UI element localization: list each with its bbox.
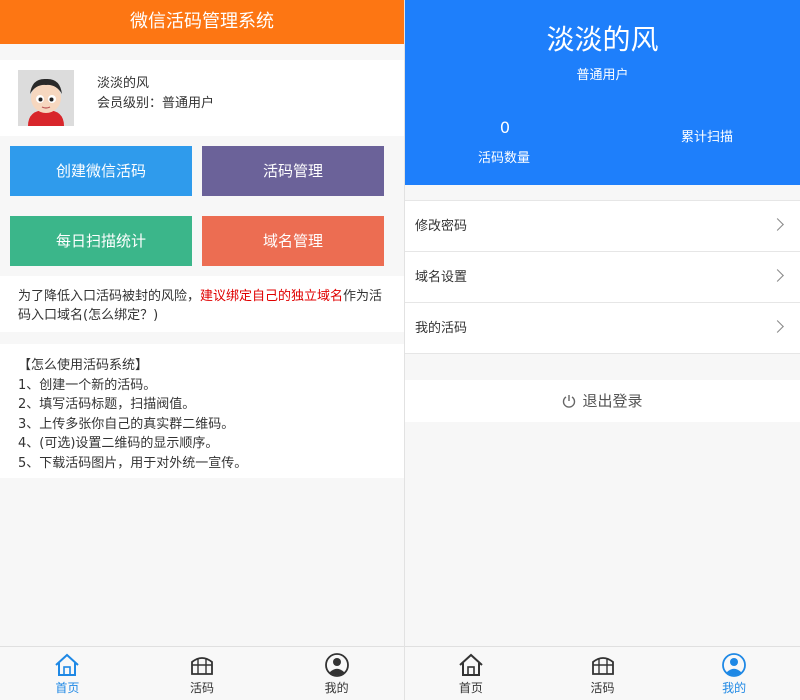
- power-icon: [563, 395, 576, 408]
- create-code-button[interactable]: 创建微信活码: [10, 146, 192, 196]
- daily-stats-button[interactable]: 每日扫描统计: [10, 216, 192, 266]
- domain-tip: 为了降低入口活码被封的风险，建议绑定自己的独立域名作为活码入口域名(怎么绑定？): [0, 276, 404, 332]
- profile-card: 淡淡的风 会员级别：普通用户: [0, 60, 404, 136]
- usage-step: 5、下载活码图片，用于对外统一宣传。: [18, 455, 248, 471]
- tab-home[interactable]: 首页: [405, 647, 537, 700]
- tab-codes-label: 活码: [590, 681, 615, 695]
- tab-mine[interactable]: 我的: [269, 647, 404, 700]
- usage-step: 2、填写活码标题，扫描阀值。: [18, 397, 196, 412]
- tab-home-label: 首页: [55, 681, 80, 695]
- chevron-right-icon: [771, 218, 784, 231]
- user-name: 淡淡的风: [546, 23, 659, 56]
- manage-codes-button[interactable]: 活码管理: [202, 146, 384, 196]
- tab-home-label: 首页: [458, 681, 483, 695]
- menu-item-label: 修改密码: [415, 219, 468, 234]
- user-icon: [722, 653, 747, 677]
- scan-total-label: 累计扫描: [681, 130, 734, 145]
- profile-name: 淡淡的风: [97, 76, 150, 91]
- menu-change-password[interactable]: 修改密码: [405, 201, 800, 252]
- avatar-image-icon: [18, 70, 74, 126]
- menu-item-label: 域名设置: [415, 270, 468, 285]
- tab-codes[interactable]: 活码: [537, 647, 669, 700]
- settings-menu: 修改密码 域名设置 我的活码: [405, 200, 800, 354]
- usage-step: 4、(可选)设置二维码的显示顺序。: [18, 436, 219, 451]
- profile-screen: 淡淡的风 普通用户 0 活码数量 累计扫描 修改密码 域名设置 我的活码 退出登…: [405, 0, 800, 700]
- tab-mine-label: 我的: [324, 681, 349, 695]
- tab-mine-label: 我的: [722, 681, 747, 695]
- logout-button[interactable]: 退出登录: [405, 380, 800, 422]
- tab-codes-label: 活码: [190, 681, 215, 695]
- menu-my-codes[interactable]: 我的活码: [405, 303, 800, 354]
- usage-guide-title: 【怎么使用活码系统】: [18, 358, 149, 373]
- home-screen: 微信活码管理系统 淡淡的风 会员级别：普通用户 创建微信活码 活码管理 每日扫描…: [0, 0, 404, 700]
- user-icon: [324, 653, 349, 677]
- tip-warning: 建议绑定自己的独立域名: [200, 289, 344, 304]
- menu-item-label: 我的活码: [415, 321, 468, 336]
- home-icon: [459, 653, 483, 676]
- box-icon: [591, 657, 614, 675]
- tip-prefix: 为了降低入口活码被封的风险，: [18, 289, 201, 304]
- code-count-value: 0: [499, 118, 511, 137]
- tab-mine[interactable]: 我的: [668, 647, 800, 700]
- box-icon: [191, 657, 213, 675]
- code-count-label: 活码数量: [478, 151, 531, 166]
- domain-manage-button[interactable]: 域名管理: [202, 216, 384, 266]
- page-title: 微信活码管理系统: [0, 0, 404, 44]
- bottom-tabbar: 首页 活码 我的: [0, 646, 404, 700]
- menu-domain-settings[interactable]: 域名设置: [405, 252, 800, 303]
- user-header: 淡淡的风 普通用户 0 活码数量 累计扫描: [405, 0, 800, 185]
- user-role: 普通用户: [576, 68, 629, 83]
- chevron-right-icon: [771, 320, 784, 333]
- tab-home[interactable]: 首页: [0, 647, 135, 700]
- home-icon: [55, 653, 80, 676]
- tab-codes[interactable]: 活码: [135, 647, 270, 700]
- bottom-tabbar: 首页 活码 我的: [405, 646, 800, 700]
- chevron-right-icon: [771, 269, 784, 282]
- profile-level: 会员级别：普通用户: [97, 96, 215, 111]
- usage-step: 1、创建一个新的活码。: [18, 377, 157, 393]
- logout-label: 退出登录: [582, 392, 643, 410]
- usage-guide: 【怎么使用活码系统】 1、创建一个新的活码。 2、填写活码标题，扫描阀值。 3、…: [0, 344, 404, 478]
- avatar: [18, 70, 74, 126]
- usage-step: 3、上传多张你自己的真实群二维码。: [18, 416, 235, 432]
